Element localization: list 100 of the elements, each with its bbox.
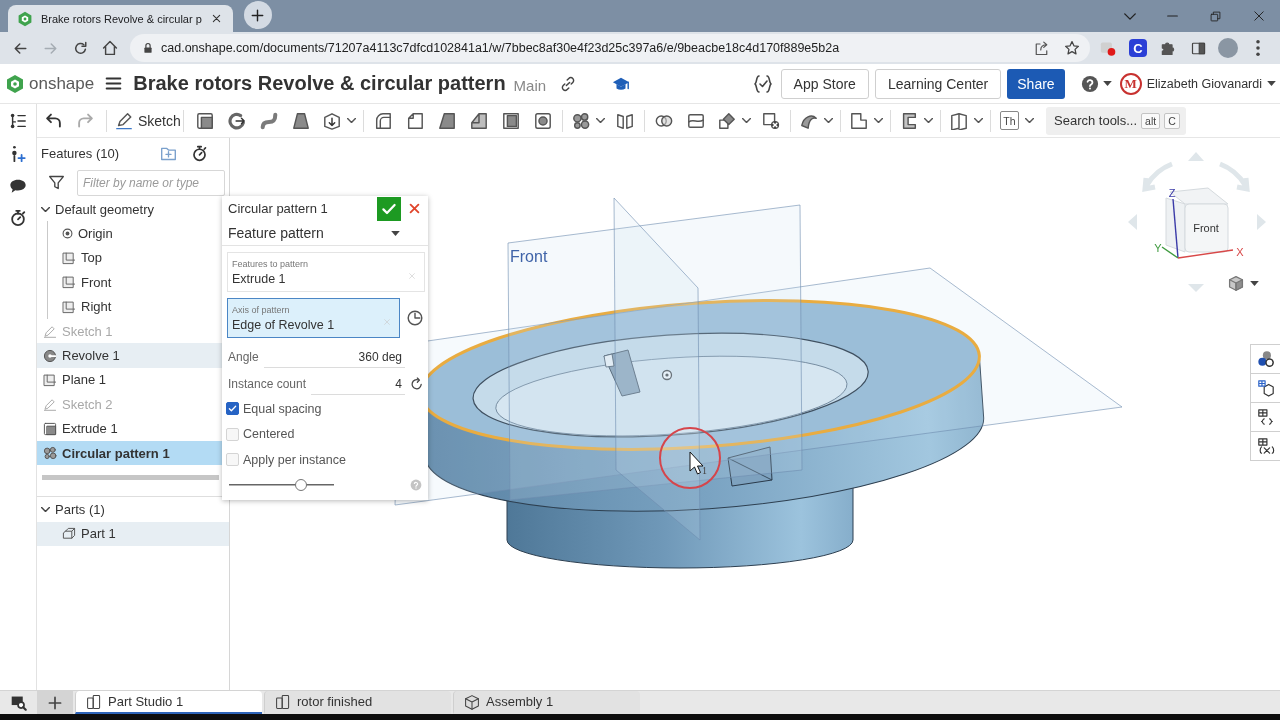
view-cube[interactable] [1165,187,1229,253]
caret-icon [742,118,751,123]
plane-icon [62,299,76,314]
selection-field[interactable]: Features to pattern Extrude 1 [227,252,425,292]
table-braces-icon [1256,408,1275,426]
bracket-shape-icon [900,111,918,130]
box-outline-icon [62,526,76,541]
sketch-button[interactable]: Sketch [112,105,178,136]
view-mode-button[interactable] [1228,275,1259,291]
braces-check-icon [752,73,773,94]
tree-folder[interactable]: Parts (1) [37,497,229,522]
arrow-left-icon [12,40,28,56]
color-circles-icon [1256,350,1275,368]
shortcut-key: alt [1141,112,1161,129]
extension-button[interactable]: C [1129,39,1147,57]
feature-item[interactable]: Top [48,245,229,271]
pattern-type-dropdown[interactable]: Feature pattern [222,221,428,246]
restore-icon [1210,10,1221,22]
workspace-label[interactable]: Main [513,76,547,94]
option-label: Equal spacing [243,401,322,416]
header-button[interactable]: App Store [780,68,869,99]
cube-icon [1228,275,1244,291]
rounded-corner-icon [374,111,392,130]
new-tab-button[interactable] [243,1,272,29]
document-tab[interactable]: Assembly 1 [453,691,640,714]
reload-icon [72,40,88,56]
cube-icon [464,693,480,710]
menu-icon [105,75,123,92]
field-value: Extrude 1 [232,271,287,286]
pencil-icon [115,111,133,130]
user-menu[interactable]: M Elizabeth Giovanardi [1119,72,1280,95]
checkbox[interactable] [226,402,239,416]
slot-cutout [603,349,641,397]
hexagon-arrow-icon [323,111,341,130]
plus-icon [251,8,265,22]
plane-icon [43,372,57,387]
home-icon [102,40,118,56]
x-mark-icon [408,202,421,215]
feature-list-button[interactable] [0,103,37,138]
feature-item[interactable]: Extrude 1 [37,416,229,441]
close-icon [1252,10,1265,22]
text-tool-button[interactable]: Th [994,105,1038,136]
help-button[interactable] [1080,74,1112,93]
disc-icon [43,348,57,363]
tool-label: Th [1000,111,1019,130]
url-text: cad.onshape.com/documents/71207a4113c7dfcd102841a1/w/7bbec8af30e4f23d25c397a6/e/9beacbe18c4d170f889e5b2a [161,41,840,55]
circular-arrow-icon[interactable] [409,377,424,391]
caret-icon [391,230,400,236]
panel-button[interactable] [1250,344,1280,374]
feature-item[interactable]: Front [48,270,229,295]
square-x-icon [762,111,780,130]
monitor-search-icon [10,694,27,711]
clock-icon [407,310,423,326]
funnel-icon [48,174,65,191]
share-button[interactable]: Share [1007,68,1065,99]
axis-label: X [1236,246,1244,258]
browser-tab[interactable]: Brake rotors Revolve & circular p [8,5,233,32]
document-tab[interactable]: Part Studio 1 [75,691,262,714]
slider-thumb[interactable] [295,479,308,491]
address-bar[interactable]: cad.onshape.com/documents/71207a4113c7dfcd102841a1/w/7bbec8af30e4f23d25c397a6/e/9beacbe18c4d170f889e5b2a [130,34,1090,62]
app-logo[interactable]: onshape [5,73,95,94]
tapered-block-icon [292,111,310,130]
shortcut-key: C [1164,112,1180,129]
parameter-field[interactable]: 4 [311,373,405,395]
origin-marker-icon [661,369,673,381]
part-studio-icon [275,693,291,710]
add-tab-button[interactable] [37,691,73,714]
document-title: Brake rotors Revolve & circular pattern [133,72,506,95]
filter-field[interactable]: Filter by name or type [77,169,225,196]
selection-field[interactable]: Axis of pattern Edge of Revolve 1 [227,298,400,338]
sheet-corner-icon [850,111,868,130]
document-tab[interactable]: rotor finished [264,691,451,714]
star-icon [1064,40,1080,56]
search-tools-field[interactable]: Search tools... alt C [1046,106,1186,135]
close-icon [212,14,222,23]
panel-button[interactable] [1250,431,1280,461]
feature-item[interactable]: Right [48,294,229,319]
click-ring-icon [659,427,721,489]
block-icon [196,111,214,130]
user-avatar: M [1119,72,1142,95]
chevron-down-icon [1123,12,1136,20]
caret-icon [347,118,356,123]
pencil-icon [43,397,57,412]
parameter-field[interactable]: 360 deg [263,346,405,368]
direction-button[interactable] [405,308,425,328]
puzzle-icon [1160,40,1176,56]
stopwatch-icon [191,144,208,162]
header-button[interactable]: Learning Center [874,68,1002,99]
caret-icon [1025,118,1034,123]
pencil-icon [43,324,57,339]
axis-label: Y [1154,242,1162,254]
redo-icon [76,112,94,129]
avatar-placeholder [1218,38,1238,58]
caret-icon [824,118,833,123]
accept-button[interactable] [377,196,401,221]
help-icon [1080,74,1099,93]
part-item[interactable]: Part 1 [37,521,229,547]
link-icon [560,75,577,92]
tree-folder[interactable]: Default geometry [37,197,229,222]
table-x-icon [1256,437,1275,455]
